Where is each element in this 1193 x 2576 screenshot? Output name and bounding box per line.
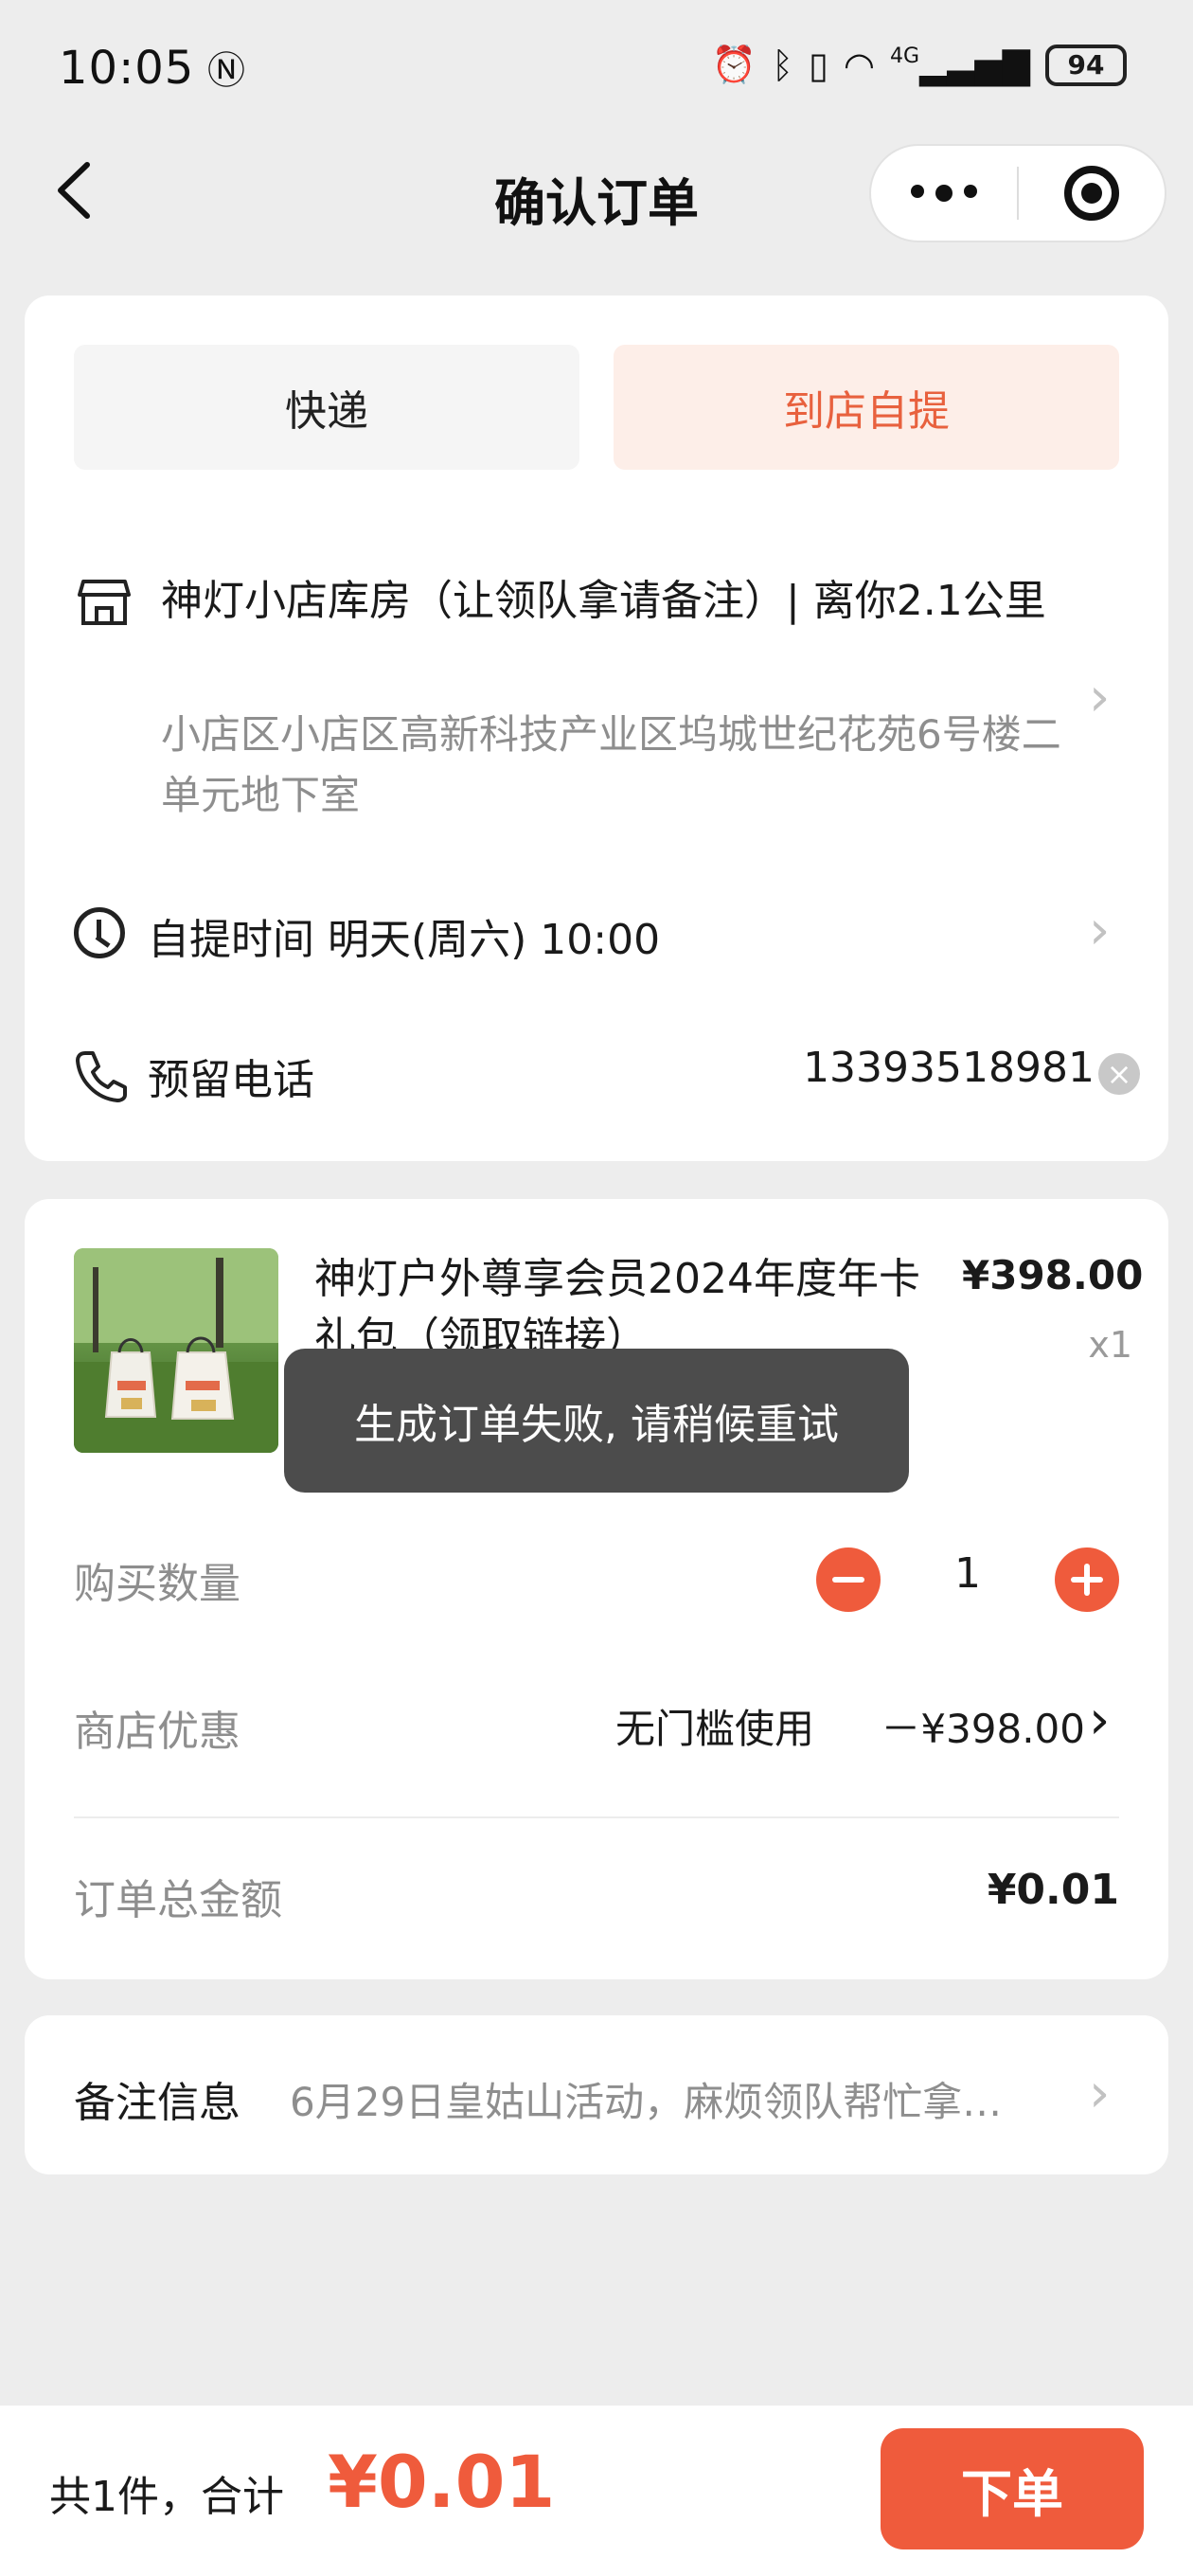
product-quantity-label: x1 bbox=[1088, 1324, 1132, 1366]
increase-quantity-button[interactable] bbox=[1055, 1547, 1119, 1612]
close-mini-program-button[interactable] bbox=[1019, 166, 1165, 221]
remark-text[interactable]: 6月29日皇姑山活动，麻烦领队帮忙拿… bbox=[290, 2070, 1076, 2128]
status-bar: 10:05 Ⓝ ⏰ ᛒ ▯ ◠ 4G▂▃▅▇ 94 bbox=[0, 0, 1193, 133]
total-value: ¥0.01 bbox=[987, 1866, 1119, 1914]
submit-order-button[interactable]: 下单 bbox=[881, 2428, 1144, 2549]
delivery-card: 快递 到店自提 神灯小店库房（让领队拿请备注）| 离你2.1公里 小店区小店区高… bbox=[25, 295, 1168, 1161]
quantity-label: 购买数量 bbox=[74, 1560, 240, 1608]
chevron-right-icon[interactable]: › bbox=[1089, 900, 1110, 961]
total-label: 订单总金额 bbox=[74, 1876, 282, 1924]
status-time: 10:05 Ⓝ bbox=[59, 42, 247, 95]
divider bbox=[74, 1816, 1119, 1818]
tab-express[interactable]: 快递 bbox=[74, 345, 579, 470]
clock-icon bbox=[74, 907, 125, 958]
signal-icon: 4G▂▃▅▇ bbox=[890, 44, 1030, 86]
nfc-icon: Ⓝ bbox=[194, 49, 247, 93]
product-thumbnail bbox=[74, 1248, 278, 1453]
checkout-bar: 共1件，合计 ¥0.01 下单 bbox=[0, 2406, 1193, 2576]
mini-program-capsule bbox=[869, 144, 1166, 242]
discount-description[interactable]: 无门槛使用 bbox=[615, 1697, 814, 1755]
remark-label: 备注信息 bbox=[74, 2079, 240, 2127]
product-image bbox=[74, 1248, 278, 1453]
vibrate-icon: ▯ bbox=[808, 44, 828, 86]
order-card: 神灯户外尊享会员2024年度年卡礼包（领取链接） ¥398.00 x1 购买数量… bbox=[25, 1199, 1168, 1979]
product-price: ¥398.00 bbox=[962, 1252, 1144, 1298]
target-circle-icon bbox=[1063, 166, 1119, 221]
pickup-time[interactable]: 自提时间 明天(周六) 10:00 bbox=[148, 905, 660, 966]
alarm-icon: ⏰ bbox=[711, 44, 757, 85]
clear-input-icon[interactable]: × bbox=[1098, 1053, 1140, 1095]
status-icons: ⏰ ᛒ ▯ ◠ 4G▂▃▅▇ 94 bbox=[712, 44, 1127, 86]
bluetooth-icon: ᛒ bbox=[772, 44, 793, 86]
store-icon bbox=[78, 580, 131, 625]
wifi-icon: ◠ bbox=[843, 44, 876, 86]
battery-icon: 94 bbox=[1045, 44, 1127, 86]
more-dots-icon[interactable] bbox=[871, 185, 1017, 202]
chevron-right-icon[interactable]: › bbox=[1089, 1690, 1110, 1751]
discount-label: 商店优惠 bbox=[74, 1708, 240, 1756]
error-toast: 生成订单失败, 请稍候重试 bbox=[284, 1349, 909, 1493]
discount-amount[interactable]: －¥398.00 bbox=[867, 1697, 1085, 1755]
phone-icon bbox=[76, 1051, 127, 1102]
decrease-quantity-button[interactable] bbox=[816, 1547, 881, 1612]
chevron-right-icon[interactable]: › bbox=[1089, 667, 1110, 728]
tab-store-pickup[interactable]: 到店自提 bbox=[614, 345, 1119, 470]
store-name[interactable]: 神灯小店库房（让领队拿请备注）| 离你2.1公里 bbox=[161, 572, 1089, 631]
chevron-right-icon[interactable]: › bbox=[1089, 2063, 1110, 2124]
summary-label: 共1件，合计 bbox=[49, 2473, 284, 2521]
phone-input[interactable]: 13393518981 bbox=[801, 1044, 1095, 1092]
summary-amount: ¥0.01 bbox=[328, 2440, 556, 2524]
quantity-value[interactable]: 1 bbox=[881, 1549, 1055, 1598]
phone-label: 预留电话 bbox=[148, 1056, 314, 1104]
remark-card[interactable]: 备注信息 6月29日皇姑山活动，麻烦领队帮忙拿… › bbox=[25, 2015, 1168, 2174]
store-address[interactable]: 小店区小店区高新科技产业区坞城世纪花苑6号楼二单元地下室 bbox=[161, 705, 1089, 826]
